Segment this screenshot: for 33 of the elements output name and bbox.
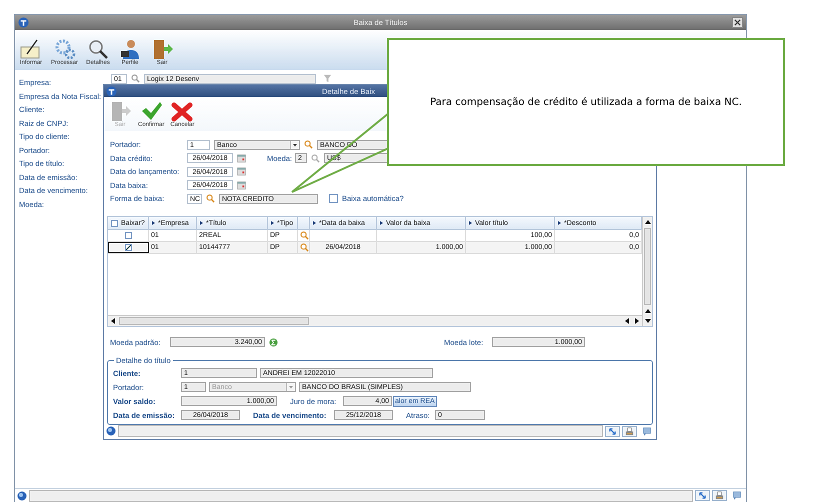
speech-bubble-icon — [642, 426, 652, 436]
logo-icon — [18, 17, 29, 28]
resize-button[interactable] — [605, 426, 620, 436]
caret-icon — [290, 140, 299, 149]
globe-icon[interactable] — [106, 426, 116, 436]
search-icon[interactable] — [300, 231, 309, 240]
globe-icon[interactable] — [17, 490, 27, 500]
gears-icon — [52, 38, 76, 60]
vertical-scrollbar[interactable] — [642, 217, 652, 326]
checkbox[interactable] — [124, 232, 132, 240]
cross-icon — [170, 100, 194, 122]
calendar-icon[interactable] — [237, 154, 246, 163]
resize-button[interactable] — [695, 490, 710, 501]
print-button[interactable] — [622, 426, 637, 436]
search-icon[interactable] — [131, 74, 140, 83]
resize-icon — [608, 426, 617, 436]
print-button[interactable] — [712, 490, 727, 501]
speech-bubble-icon — [732, 491, 742, 500]
checkbox[interactable] — [124, 244, 132, 252]
calendar-icon[interactable] — [237, 180, 246, 190]
printer-icon — [625, 426, 634, 436]
horizontal-scrollbar[interactable] — [108, 314, 642, 326]
search-icon[interactable] — [300, 243, 309, 252]
close-button[interactable] — [732, 17, 743, 28]
search-icon[interactable] — [206, 194, 215, 204]
checkbox[interactable] — [111, 220, 118, 227]
caret-icon — [286, 383, 295, 392]
checkbox[interactable] — [329, 194, 338, 204]
callout-text: Para compensação de crédito é utilizada a forma de baixa NC. — [430, 96, 742, 108]
resize-icon — [698, 491, 707, 500]
calendar-icon[interactable] — [237, 167, 246, 176]
search-icon[interactable] — [304, 140, 313, 150]
sum-icon[interactable] — [269, 338, 278, 347]
